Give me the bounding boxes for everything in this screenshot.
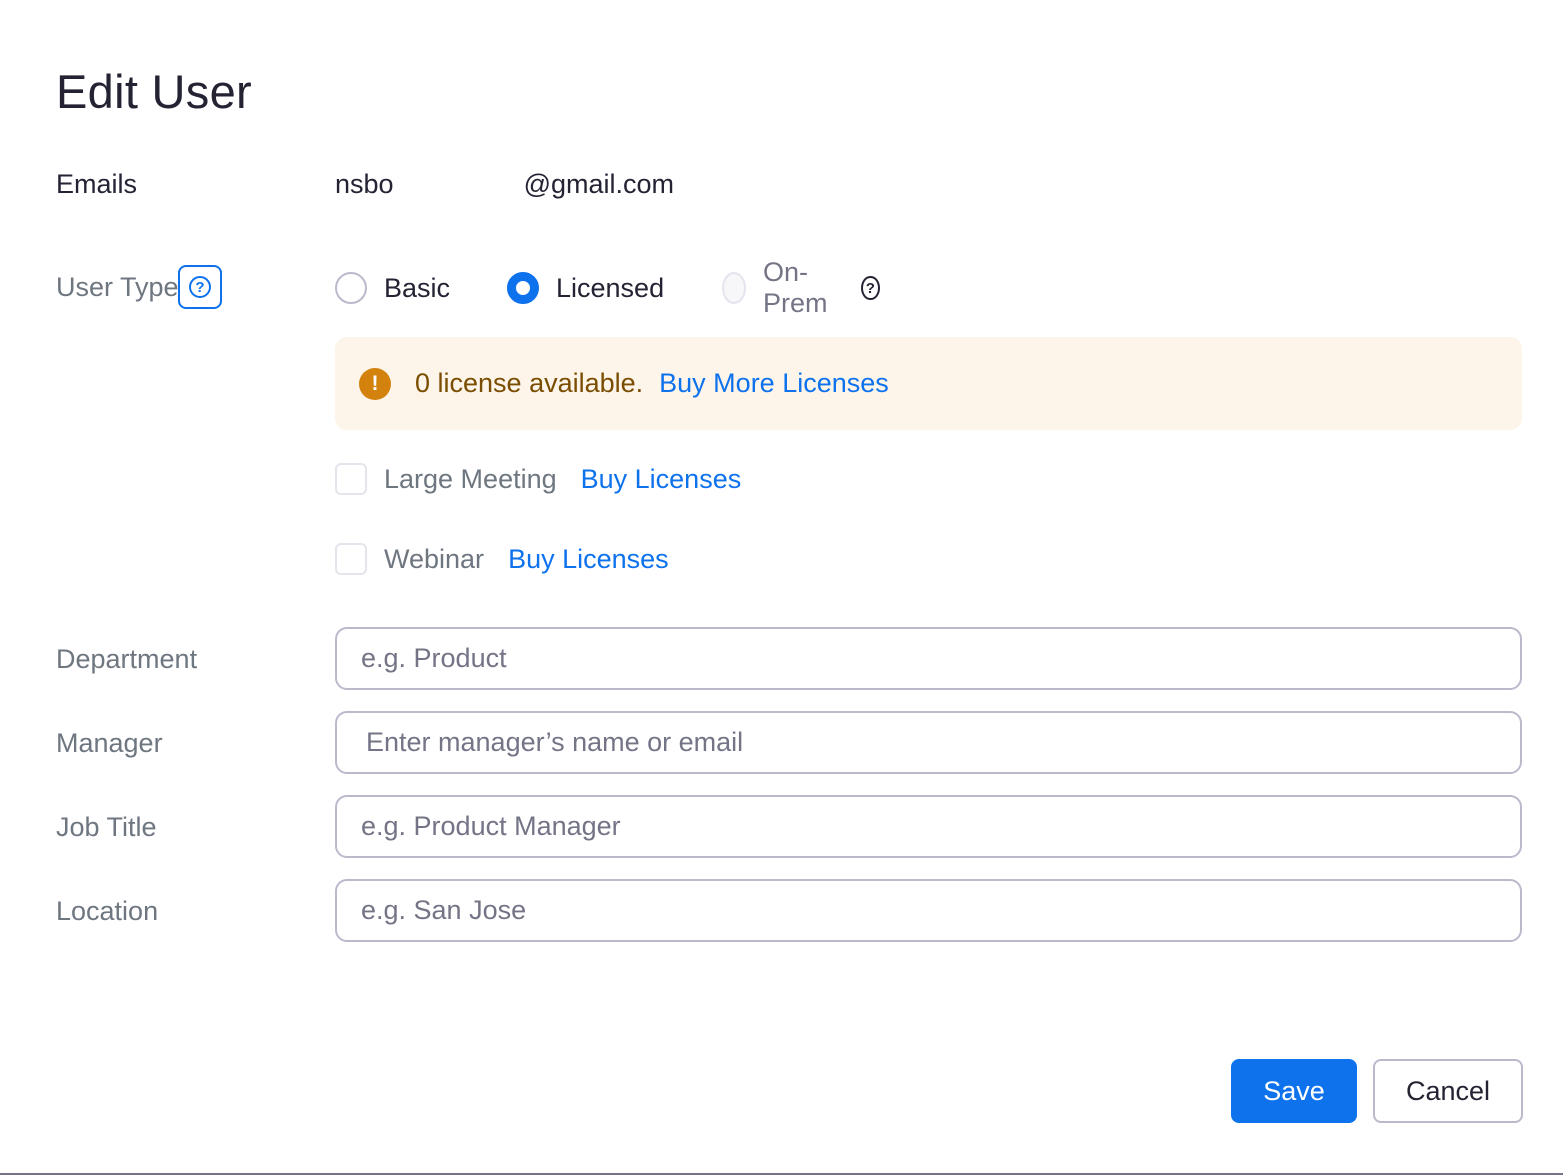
radio-licensed-label: Licensed <box>556 272 665 303</box>
radio-basic-label: Basic <box>384 272 451 303</box>
radio-onprem-circle <box>722 272 746 304</box>
manager-label: Manager <box>56 728 163 758</box>
webinar-label: Webinar <box>384 543 485 574</box>
large-meeting-row: Large Meeting Buy Licenses <box>335 461 741 497</box>
large-meeting-label: Large Meeting <box>384 463 557 494</box>
location-input[interactable] <box>335 879 1522 942</box>
buy-licenses-large-meeting-link[interactable]: Buy Licenses <box>581 464 742 495</box>
user-type-help-button[interactable]: ? <box>178 265 222 309</box>
location-label: Location <box>56 896 159 926</box>
onprem-help-icon[interactable]: ? <box>861 276 880 300</box>
job-title-label: Job Title <box>56 812 157 842</box>
emails-label: Emails <box>56 169 138 199</box>
large-meeting-checkbox[interactable] <box>335 463 367 495</box>
radio-onprem-label: On-Prem <box>763 257 828 318</box>
save-button[interactable]: Save <box>1231 1059 1357 1123</box>
email-value: nsbo @gmail.com <box>335 169 674 200</box>
question-icon: ? <box>189 276 211 298</box>
cancel-button[interactable]: Cancel <box>1373 1059 1523 1123</box>
radio-basic-circle[interactable] <box>335 272 367 304</box>
department-input[interactable] <box>335 627 1522 690</box>
buy-more-licenses-link[interactable]: Buy More Licenses <box>659 368 889 399</box>
license-alert: ! 0 license available. Buy More Licenses <box>335 337 1522 430</box>
webinar-row: Webinar Buy Licenses <box>335 541 669 577</box>
radio-onprem: On-Prem ? <box>722 257 880 318</box>
user-type-label: User Type <box>56 272 179 302</box>
warning-icon: ! <box>359 367 391 400</box>
webinar-checkbox[interactable] <box>335 543 367 575</box>
edit-user-dialog: Edit User Emails nsbo @gmail.com User Typ… <box>0 0 1563 1175</box>
manager-input[interactable] <box>335 711 1522 774</box>
page-title: Edit User <box>56 65 252 118</box>
radio-licensed-circle[interactable] <box>507 272 539 304</box>
radio-basic[interactable]: Basic <box>335 270 450 306</box>
job-title-input[interactable] <box>335 795 1522 858</box>
radio-licensed[interactable]: Licensed <box>507 270 664 306</box>
department-label: Department <box>56 644 198 674</box>
buy-licenses-webinar-link[interactable]: Buy Licenses <box>508 544 669 575</box>
email-value-end: @gmail.com <box>523 169 675 199</box>
email-value-start: nsbo <box>335 169 394 199</box>
alert-text: 0 license available. <box>415 368 644 398</box>
